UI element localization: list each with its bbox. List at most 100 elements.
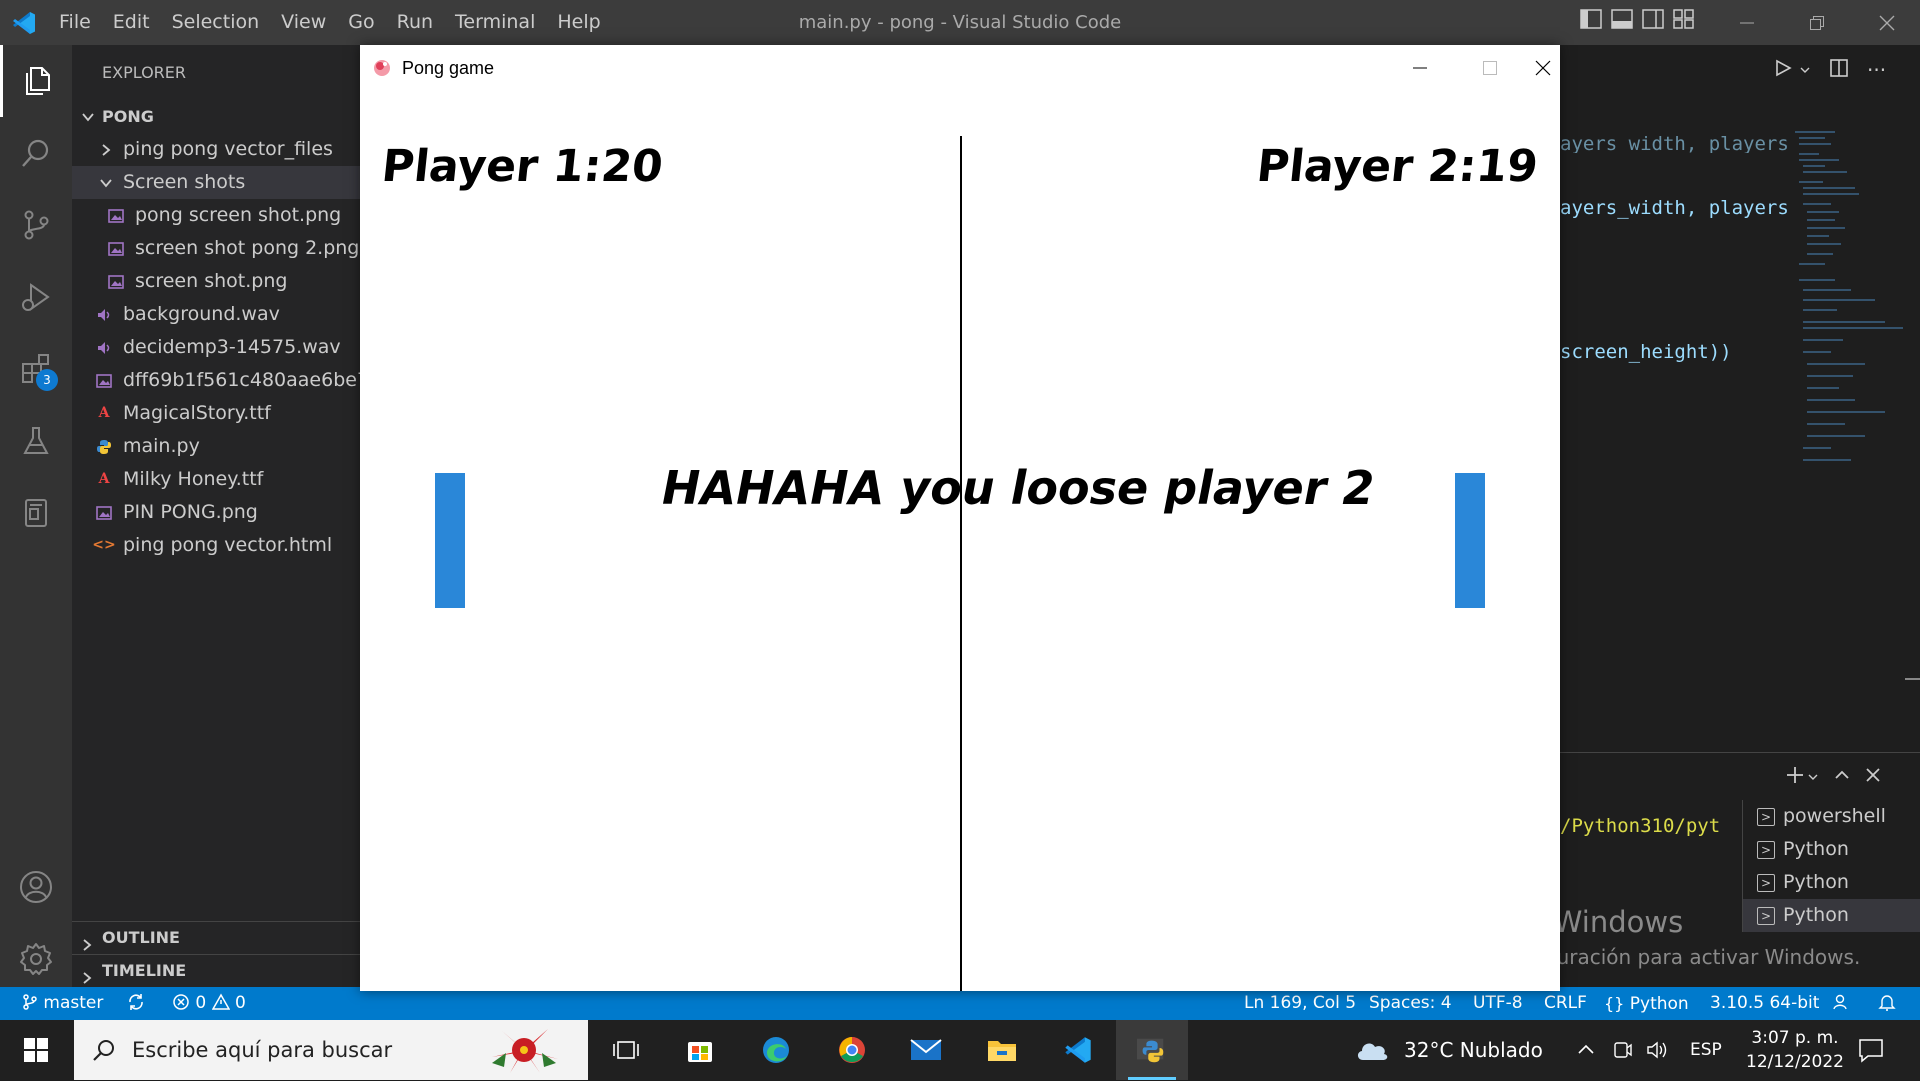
edge-browser-icon[interactable] [740,1020,812,1080]
menu-terminal[interactable]: Terminal [444,0,546,45]
tree-item-file[interactable]: main.py [72,430,360,463]
remote-explorer-icon[interactable] [0,477,72,549]
close-button[interactable] [1852,0,1920,45]
chevron-down-icon[interactable] [1799,61,1811,80]
problems-status[interactable]: 0 0 [172,987,246,1020]
branch-status[interactable]: master [22,987,103,1020]
restore-button[interactable] [1782,0,1852,45]
tree-item-file[interactable]: screen shot.png [72,265,360,298]
outline-section[interactable]: OUTLINE [72,921,360,954]
maximize-panel-icon[interactable] [1833,766,1851,788]
python-taskbar-icon[interactable] [1116,1020,1188,1080]
testing-icon[interactable] [0,405,72,477]
start-button-windows-icon[interactable] [0,1020,72,1080]
pong-court[interactable]: Player 1:20 Player 2:19 HAHAHA you loose… [360,91,1560,991]
toggle-secondary-sidebar-icon[interactable] [1642,8,1664,30]
run-python-file-icon[interactable] [1773,58,1793,82]
minimap[interactable] [1795,130,1905,470]
close-panel-icon[interactable] [1865,767,1881,787]
menu-run[interactable]: Run [386,0,444,45]
folder-root-pong[interactable]: PONG [72,100,360,133]
mail-icon[interactable] [890,1020,962,1080]
code-line: screen_height)) [1560,341,1732,363]
extensions-icon[interactable]: 3 [0,333,72,405]
terminal-session-item[interactable]: > Python [1743,866,1920,899]
terminal-session-label: Python [1783,871,1849,893]
terminal-icon: > [1757,873,1775,892]
tree-item-file[interactable]: decidemp3-14575.wav [72,331,360,364]
menu-edit[interactable]: Edit [102,0,161,45]
python-interpreter[interactable]: 3.10.5 64-bit [1710,987,1819,1020]
input-language[interactable]: ESP [1690,1020,1722,1080]
chrome-browser-icon[interactable] [816,1020,888,1080]
new-terminal-icon[interactable] [1785,765,1805,789]
accounts-icon[interactable] [0,851,72,923]
file-explorer-icon[interactable] [966,1020,1038,1080]
encoding[interactable]: UTF-8 [1473,987,1523,1020]
search-icon[interactable] [0,117,72,189]
menu-help[interactable]: Help [546,0,611,45]
indentation[interactable]: Spaces: 4 [1369,987,1452,1020]
tree-item-file[interactable]: screen shot pong 2.png [72,232,360,265]
tree-item-file[interactable]: pong screen shot.png [72,199,360,232]
menu-go[interactable]: Go [337,0,385,45]
line-ending[interactable]: CRLF [1544,987,1587,1020]
timeline-label: TIMELINE [102,961,187,980]
toggle-panel-icon[interactable] [1611,8,1633,30]
terminal-actions [1785,765,1881,789]
more-actions-icon[interactable]: ··· [1867,58,1886,82]
menu-selection[interactable]: Selection [161,0,271,45]
tree-item-label: dff69b1f561c480aae6be7fc [123,369,360,391]
source-control-icon[interactable] [0,189,72,261]
clock[interactable]: 3:07 p. m. 12/12/2022 [1740,1026,1850,1074]
pong-close-button[interactable] [1525,45,1560,91]
taskbar-search-box[interactable]: Escribe aquí para buscar [74,1020,588,1080]
task-view-icon[interactable] [590,1020,662,1080]
pong-maximize-button[interactable] [1455,45,1525,91]
tree-item-file[interactable]: A MagicalStory.ttf [72,397,360,430]
tree-item-file[interactable]: PIN PONG.png [72,496,360,529]
pong-minimize-button[interactable] [1385,45,1455,91]
menu-view[interactable]: View [270,0,337,45]
player1-score: Player 1:20 [379,141,666,192]
vscode-taskbar-icon[interactable] [1042,1020,1114,1080]
weather-text[interactable]: 32°C Nublado [1404,1020,1543,1080]
notifications-bell-icon[interactable] [1878,987,1896,1020]
cursor-position[interactable]: Ln 169, Col 5 [1244,987,1356,1020]
tree-item-file[interactable]: dff69b1f561c480aae6be7fc [72,364,360,397]
tree-item-file[interactable]: A Milky Honey.ttf [72,463,360,496]
warning-icon [211,993,230,1010]
sync-icon[interactable] [126,987,146,1020]
tree-item-folder[interactable]: ping pong vector_files [72,133,360,166]
run-debug-icon[interactable] [0,261,72,333]
chevron-down-icon[interactable] [1807,768,1819,787]
terminal-session-item[interactable]: > Python [1743,833,1920,866]
timeline-section[interactable]: TIMELINE [72,954,360,987]
tree-item-file[interactable]: <> ping pong vector.html [72,529,360,562]
pong-title-bar[interactable]: Pong game [360,45,1560,91]
customize-layout-icon[interactable] [1673,8,1695,30]
chevron-up-icon[interactable] [1576,1040,1596,1064]
meet-now-icon[interactable] [1612,1040,1632,1064]
pong-game-window[interactable]: Pong game Player 1:20 Player 2:19 HAHAHA… [360,45,1560,991]
microsoft-store-icon[interactable] [664,1020,736,1080]
image-file-icon [106,265,126,298]
volume-icon[interactable] [1646,1040,1668,1064]
notification-center-icon[interactable] [1858,1037,1884,1067]
explorer-icon[interactable] [0,45,72,117]
language-mode[interactable]: {} Python [1604,987,1689,1020]
search-icon [92,1038,116,1066]
toggle-primary-sidebar-icon[interactable] [1580,8,1602,30]
split-editor-icon[interactable] [1829,58,1849,82]
menu-bar: File Edit Selection View Go Run Terminal… [48,0,612,45]
feedback-icon[interactable] [1833,987,1851,1020]
weather-cloud-icon[interactable] [1354,1034,1392,1070]
tree-item-file[interactable]: background.wav [72,298,360,331]
settings-gear-icon[interactable] [0,923,72,995]
tree-item-folder[interactable]: Screen shots [72,166,360,199]
explorer-header: EXPLORER [102,63,186,82]
minimize-button[interactable] [1712,0,1782,45]
menu-file[interactable]: File [48,0,102,45]
code-view[interactable]: ayers_width, players ayers_width, player… [1560,105,1789,391]
terminal-session-item[interactable]: > powershell [1743,800,1920,833]
